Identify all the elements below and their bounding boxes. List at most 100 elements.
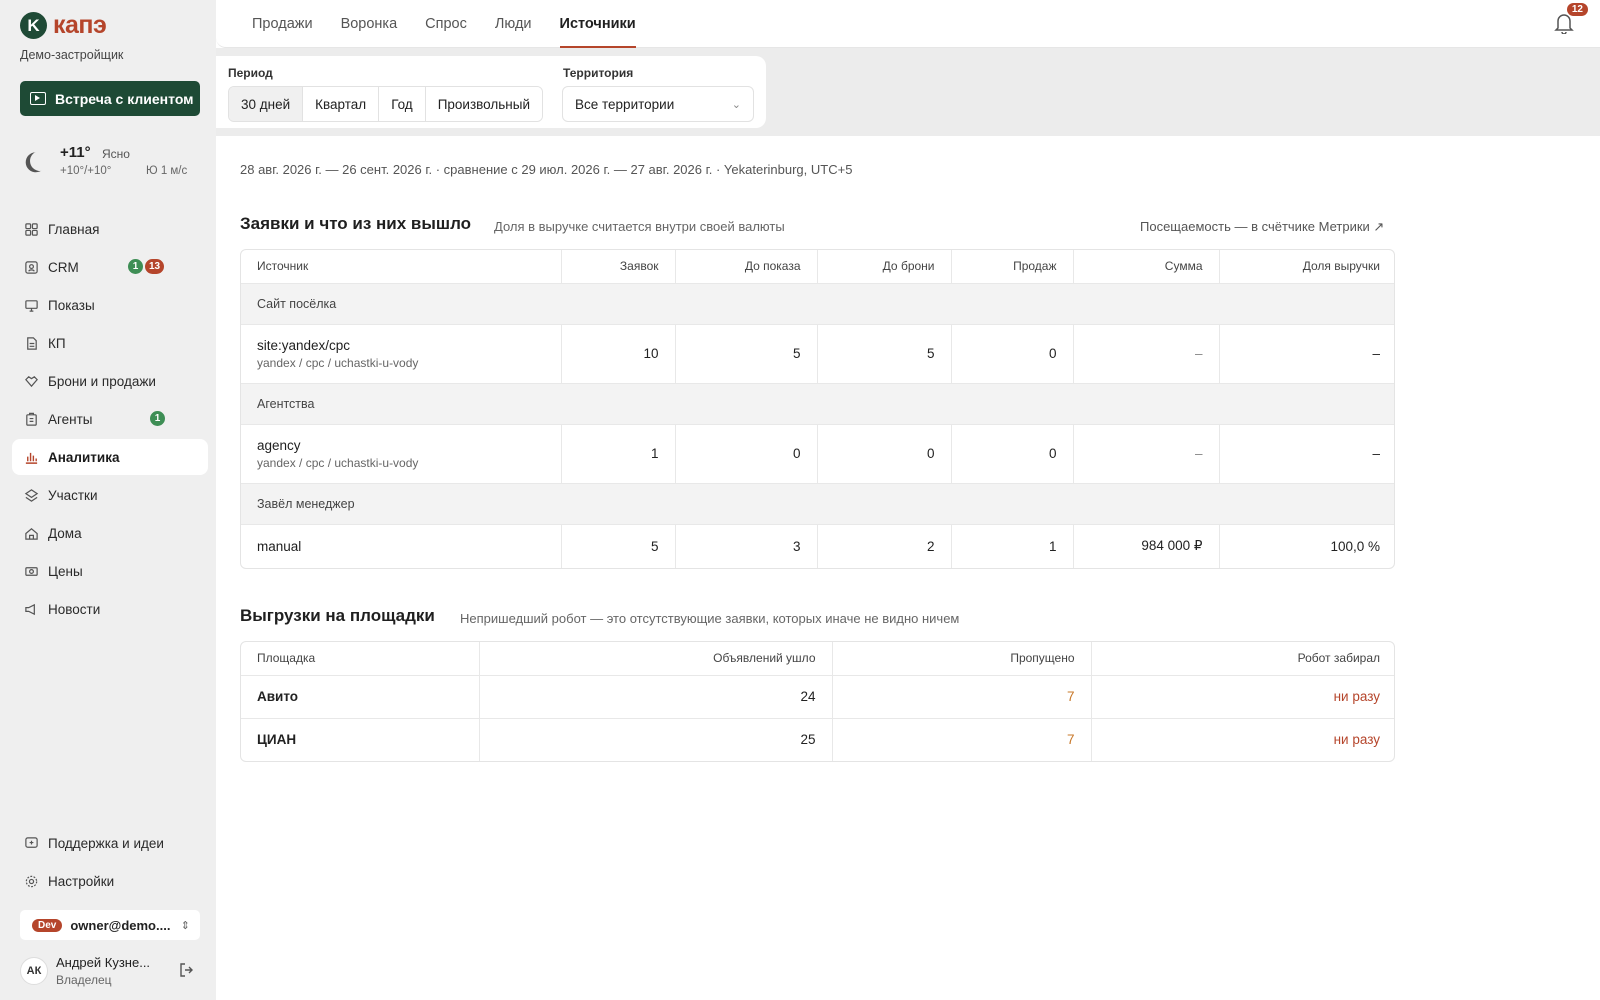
nav-item-plots[interactable]: Участки: [12, 477, 208, 513]
robot-cell: ни разу: [1333, 732, 1380, 748]
logo-text: капэ: [53, 11, 107, 39]
nav-label: Главная: [48, 221, 100, 237]
source-utm: yandex / cpc / uchastki-u-vody: [257, 455, 419, 470]
to-booking-cell: 5: [817, 324, 952, 384]
col-source[interactable]: Источник: [241, 250, 562, 284]
share-cell: –: [1219, 424, 1394, 484]
tab-sources[interactable]: Источники: [559, 0, 636, 48]
to-show-cell: 5: [675, 324, 818, 384]
account-switcher[interactable]: Dev owner@demo.... ⇕: [20, 910, 200, 940]
nav-label: Агенты: [48, 411, 93, 427]
table-row[interactable]: agency yandex / cpc / uchastki-u-vody 1 …: [241, 424, 1394, 484]
nav-item-agents[interactable]: Агенты 1: [12, 401, 208, 437]
nav-item-analytics[interactable]: Аналитика: [12, 439, 208, 475]
metrika-link[interactable]: Посещаемость — в счётчике Метрики ↗: [1140, 219, 1384, 235]
territory-label: Территория: [563, 66, 634, 80]
meet-client-label: Встреча с клиентом: [55, 90, 194, 107]
chart-icon: [24, 450, 39, 465]
col-leads[interactable]: Заявок: [561, 250, 676, 284]
exports-table: Площадка Объявлений ушло Пропущено Робот…: [240, 641, 1395, 762]
exports-section-subtitle: Непришедший робот — это отсутствующие за…: [460, 611, 960, 626]
support-link[interactable]: Поддержка и идеи: [24, 836, 164, 851]
col-platform[interactable]: Площадка: [241, 642, 480, 676]
weather-temperature: +11°: [60, 144, 91, 161]
tab-people[interactable]: Люди: [495, 0, 532, 48]
group-row: Агентства: [241, 383, 1394, 425]
filter-card: Период 30 дней Квартал Год Произвольный …: [216, 56, 766, 128]
nav-item-home[interactable]: Главная: [12, 211, 208, 247]
logout-icon[interactable]: [178, 962, 194, 978]
plots-icon: [24, 488, 39, 503]
sum-cell: –: [1073, 424, 1220, 484]
leads-cell: 10: [561, 324, 676, 384]
nav-label: Цены: [48, 563, 83, 579]
grid-icon: [24, 222, 39, 237]
col-ads-sent[interactable]: Объявлений ушло: [479, 642, 833, 676]
message-plus-icon: [24, 836, 39, 851]
group-row: Завёл менеджер: [241, 483, 1394, 525]
nav-item-bookings[interactable]: Брони и продажи: [12, 363, 208, 399]
col-to-show[interactable]: До показа: [675, 250, 818, 284]
period-year[interactable]: Год: [379, 87, 426, 121]
territory-value: Все территории: [575, 96, 675, 112]
tab-demand[interactable]: Спрос: [425, 0, 467, 48]
leads-section-title: Заявки и что из них вышло: [240, 214, 472, 233]
tab-funnel[interactable]: Воронка: [341, 0, 398, 48]
leads-section-subtitle: Доля в выручке считается внутри своей ва…: [494, 219, 785, 234]
agents-green-badge: 1: [150, 411, 165, 426]
megaphone-icon: [24, 602, 39, 617]
sent-cell: 24: [479, 675, 833, 719]
leads-cell: 5: [561, 524, 676, 568]
table-row[interactable]: manual 5 3 2 1 984 000 ₽ 100,0 %: [241, 524, 1394, 568]
tab-sales[interactable]: Продажи: [252, 0, 313, 48]
platform-cell: Авито: [241, 675, 480, 719]
nav-item-shows[interactable]: Показы: [12, 287, 208, 323]
group-name: Сайт посёлка: [241, 283, 1394, 325]
period-30-days[interactable]: 30 дней: [229, 87, 304, 121]
table-row[interactable]: ЦИАН 25 7 ни разу: [241, 718, 1394, 761]
account-email: owner@demo....: [70, 917, 171, 933]
to-show-cell: 0: [675, 424, 818, 484]
avatar[interactable]: АК: [20, 957, 48, 985]
table-row[interactable]: site:yandex/cpc yandex / cpc / uchastki-…: [241, 324, 1394, 384]
nav-label: Аналитика: [48, 449, 120, 465]
source-cell: site:yandex/cpc yandex / cpc / uchastki-…: [241, 324, 562, 384]
to-booking-cell: 2: [817, 524, 952, 568]
source-name: agency: [257, 437, 301, 453]
col-robot-fetched[interactable]: Робот забирал: [1091, 642, 1394, 676]
skipped-cell: 7: [832, 718, 1092, 761]
period-quarter[interactable]: Квартал: [303, 87, 380, 121]
nav-item-kp[interactable]: КП: [12, 325, 208, 361]
platform-cell: ЦИАН: [241, 718, 480, 761]
to-show-cell: 3: [675, 524, 818, 568]
col-skipped[interactable]: Пропущено: [832, 642, 1092, 676]
support-label: Поддержка и идеи: [48, 836, 164, 851]
filter-band: Период 30 дней Квартал Год Произвольный …: [216, 48, 1600, 136]
organization-name: Демо-застройщик: [20, 48, 124, 62]
nav-item-news[interactable]: Новости: [12, 591, 208, 627]
nav-label: КП: [48, 335, 66, 351]
nav-item-houses[interactable]: Дома: [12, 515, 208, 551]
sales-cell: 0: [951, 324, 1074, 384]
period-custom[interactable]: Произвольный: [425, 87, 542, 121]
source-name: site:yandex/cpc: [257, 337, 351, 353]
col-sales[interactable]: Продаж: [951, 250, 1074, 284]
col-revenue-share[interactable]: Доля выручки: [1219, 250, 1394, 284]
presentation-icon: [30, 92, 46, 105]
settings-link[interactable]: Настройки: [24, 874, 114, 889]
sum-cell: –: [1073, 324, 1220, 384]
source-utm: yandex / cpc / uchastki-u-vody: [257, 355, 419, 370]
meet-client-button[interactable]: Встреча с клиентом: [20, 81, 200, 116]
nav-item-crm[interactable]: CRM 1 13: [12, 249, 208, 285]
territory-select[interactable]: Все территории ⌄: [562, 86, 754, 122]
gear-icon: [24, 874, 39, 889]
nav-item-prices[interactable]: Цены: [12, 553, 208, 589]
table-row[interactable]: Авито 24 7 ни разу: [241, 675, 1394, 719]
logo[interactable]: K капэ: [20, 11, 107, 40]
group-name: Агентства: [241, 383, 1394, 425]
col-to-booking[interactable]: До брони: [817, 250, 952, 284]
document-icon: [24, 336, 39, 351]
col-sum[interactable]: Сумма: [1073, 250, 1220, 284]
to-booking-cell: 0: [817, 424, 952, 484]
user-role: Владелец: [56, 973, 112, 987]
